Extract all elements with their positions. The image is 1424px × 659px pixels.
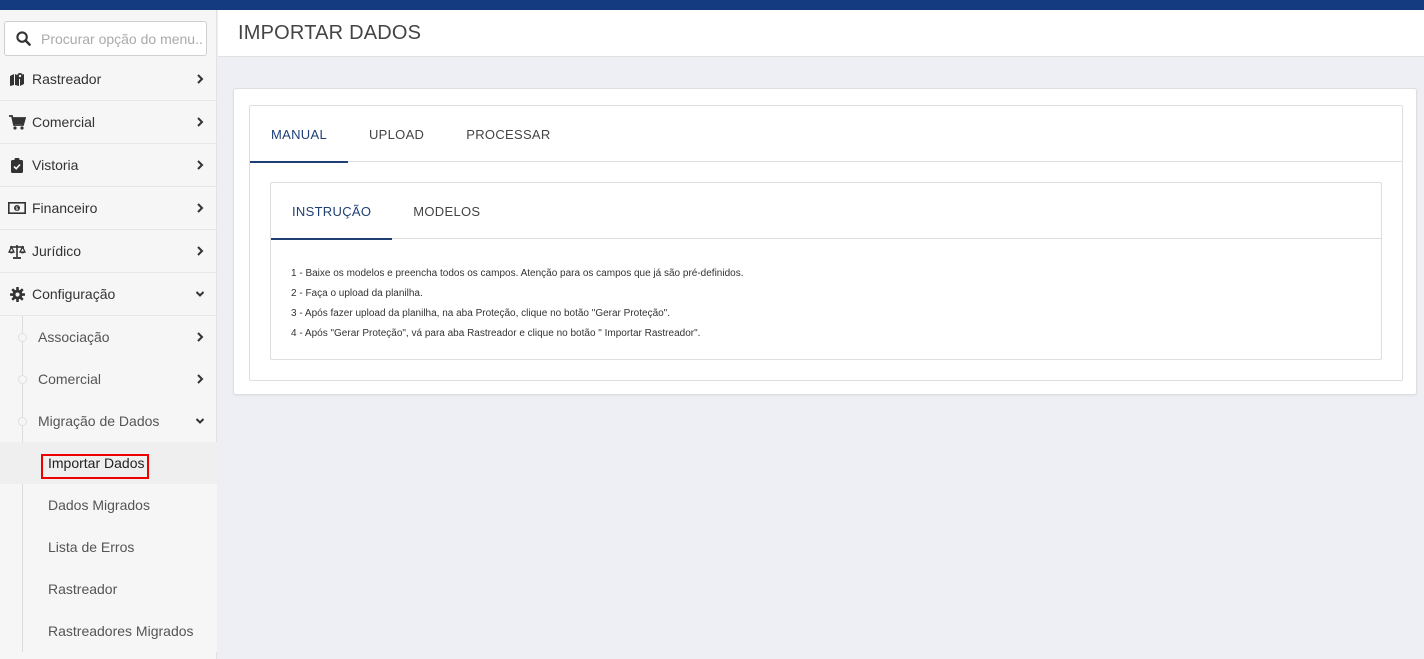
main-tabs: MANUAL UPLOAD PROCESSAR — [250, 106, 1402, 163]
migracao-submenu: Importar Dados Dados Migrados Lista de E… — [0, 442, 217, 652]
sidebar-item-label: Comercial — [32, 114, 96, 130]
instruction-step: 2 - Faça o upload da planilha. — [291, 288, 423, 299]
chevron-right-icon — [197, 74, 204, 84]
sidebar-item-label: Dados Migrados — [48, 497, 150, 513]
page-header: IMPORTAR DADOS — [218, 10, 1424, 57]
sidebar-item-comercial-config[interactable]: Comercial — [0, 358, 217, 400]
search-input[interactable] — [41, 30, 203, 47]
tree-node-dot — [18, 417, 27, 426]
sidebar-item-migracao-de-dados[interactable]: Migração de Dados — [0, 400, 217, 442]
sidebar-item-associacao[interactable]: Associação — [0, 316, 217, 358]
sidebar-item-label: Comercial — [38, 371, 102, 387]
clipboard-check-icon — [8, 157, 26, 173]
sidebar-item-label: Rastreadores Migrados — [48, 623, 194, 639]
chevron-right-icon — [197, 117, 204, 127]
chevron-right-icon — [197, 203, 204, 213]
search-box[interactable] — [4, 21, 207, 56]
manual-panel: INSTRUÇÃO MODELOS 1 - Baixe os modelos e… — [270, 182, 1382, 360]
chevron-down-icon — [195, 418, 205, 424]
sidebar-item-label: Configuração — [32, 286, 116, 302]
sidebar-item-label: Associação — [38, 329, 110, 345]
sidebar-item-label: Rastreador — [32, 71, 102, 87]
scale-icon — [8, 243, 26, 259]
sidebar-item-label: Migração de Dados — [38, 413, 160, 429]
chevron-right-icon — [197, 246, 204, 256]
sidebar-item-lista-de-erros[interactable]: Lista de Erros — [0, 526, 217, 568]
instruction-step: 1 - Baixe os modelos e preencha todos os… — [291, 268, 744, 279]
sidebar-item-label: Vistoria — [32, 157, 79, 173]
sidebar-menu: Rastreador Comercial Vistoria $ Financei… — [0, 58, 217, 652]
chevron-right-icon — [197, 332, 204, 342]
tab-modelos[interactable]: MODELOS — [392, 183, 501, 239]
gear-icon — [8, 286, 26, 302]
sidebar-item-vistoria[interactable]: Vistoria — [0, 144, 217, 187]
svg-text:$: $ — [15, 206, 18, 212]
tab-processar[interactable]: PROCESSAR — [445, 106, 571, 162]
chevron-down-icon — [195, 291, 205, 297]
instruction-step: 3 - Após fazer upload da planilha, na ab… — [291, 308, 671, 319]
sidebar-item-financeiro[interactable]: $ Financeiro — [0, 187, 217, 230]
map-marker-icon — [8, 71, 26, 87]
tree-node-dot — [18, 375, 27, 384]
highlight-box — [41, 454, 149, 479]
sidebar-item-comercial[interactable]: Comercial — [0, 101, 217, 144]
money-icon: $ — [8, 200, 26, 216]
tab-upload[interactable]: UPLOAD — [348, 106, 445, 162]
sidebar-item-rastreadores-migrados[interactable]: Rastreadores Migrados — [0, 610, 217, 652]
sidebar-item-juridico[interactable]: Jurídico — [0, 230, 217, 273]
instructions-list: 1 - Baixe os modelos e preencha todos os… — [271, 239, 1381, 344]
sub-tabs: INSTRUÇÃO MODELOS — [271, 183, 1381, 240]
search-icon — [5, 31, 41, 46]
chevron-right-icon — [197, 374, 204, 384]
sidebar-item-configuracao[interactable]: Configuração — [0, 273, 217, 316]
sidebar-item-rastreador[interactable]: Rastreador — [0, 58, 217, 101]
tab-container: MANUAL UPLOAD PROCESSAR INSTRUÇÃO MODELO… — [249, 105, 1403, 381]
sidebar-item-dados-migrados[interactable]: Dados Migrados — [0, 484, 217, 526]
page-title: IMPORTAR DADOS — [238, 22, 422, 44]
top-bar — [0, 0, 1424, 10]
config-submenu: Associação Comercial Migração de Dados I… — [0, 316, 217, 652]
tree-node-dot — [18, 333, 27, 342]
sidebar-item-label: Lista de Erros — [48, 539, 135, 555]
cart-icon — [8, 114, 26, 130]
tab-instrucao[interactable]: INSTRUÇÃO — [271, 183, 393, 240]
instruction-step: 4 - Após "Gerar Proteção", vá para aba R… — [291, 328, 701, 339]
main-card: MANUAL UPLOAD PROCESSAR INSTRUÇÃO MODELO… — [233, 88, 1417, 395]
sidebar-item-importar-dados[interactable]: Importar Dados — [0, 442, 217, 484]
sidebar-item-label: Financeiro — [32, 200, 98, 216]
sidebar-item-label: Jurídico — [32, 243, 82, 259]
sidebar-item-rastreador-migracao[interactable]: Rastreador — [0, 568, 217, 610]
sidebar: Rastreador Comercial Vistoria $ Financei… — [0, 10, 217, 659]
chevron-right-icon — [197, 160, 204, 170]
sidebar-item-label: Rastreador — [48, 581, 118, 597]
tab-manual[interactable]: MANUAL — [250, 106, 348, 163]
